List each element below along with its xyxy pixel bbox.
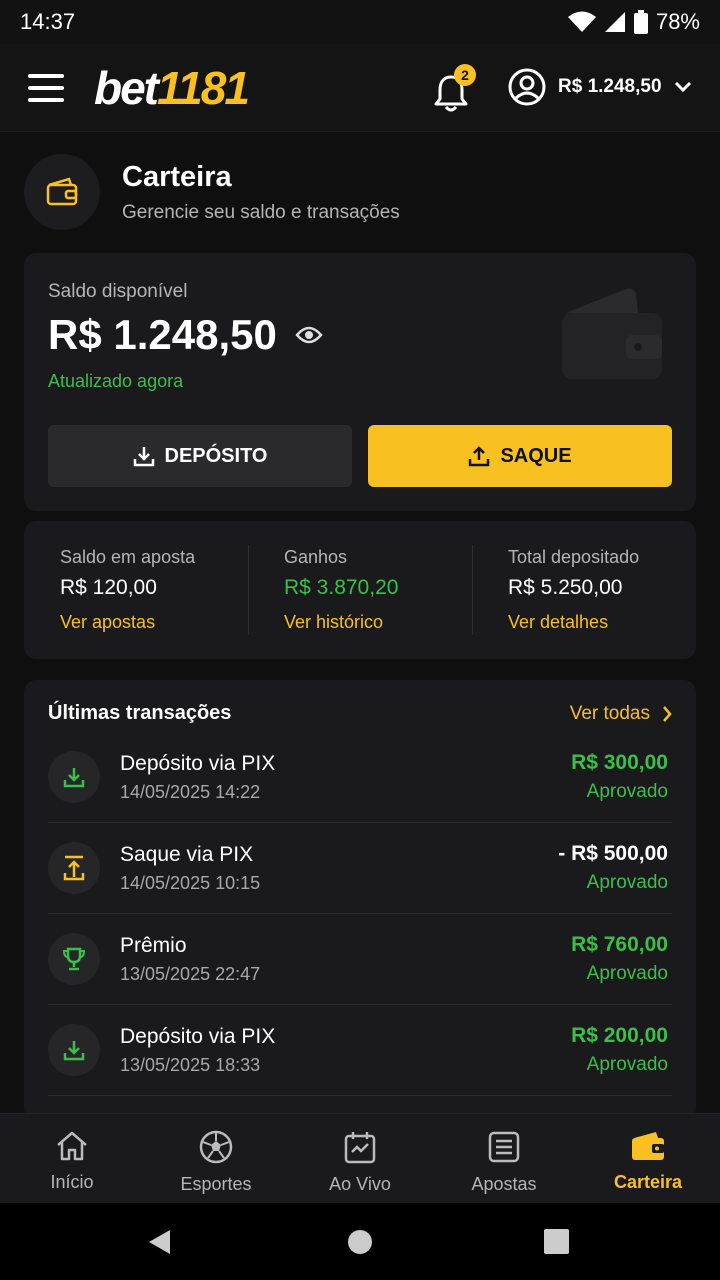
- transaction-name: Saque via PIX: [120, 842, 254, 866]
- deposit-label: DEPÓSITO: [164, 444, 268, 467]
- stat-total-deposited: Total depositado R$ 5.250,00 Ver detalhe…: [472, 521, 696, 659]
- notification-badge: 2: [454, 64, 476, 86]
- see-all-label: Ver todas: [569, 702, 650, 724]
- nav-item-inicio[interactable]: Início: [0, 1114, 144, 1203]
- stat-winnings: Ganhos R$ 3.870,20 Ver histórico: [248, 521, 472, 659]
- balance-card: Saldo disponível R$ 1.248,50 Atualizado …: [24, 253, 696, 511]
- wallet-icon: [632, 1132, 664, 1160]
- stat-value: R$ 120,00: [60, 576, 157, 599]
- eye-icon[interactable]: [295, 325, 323, 345]
- transaction-name: Depósito via PIX: [120, 751, 276, 775]
- transactions-title: Últimas transações: [48, 702, 232, 724]
- balance-amount: R$ 1.248,50: [48, 311, 277, 358]
- nav-item-apostas[interactable]: Apostas: [432, 1114, 576, 1203]
- status-time: 14:37: [20, 9, 76, 34]
- back-icon[interactable]: [148, 1229, 172, 1255]
- signal-icon: [604, 12, 625, 32]
- transaction-value: R$ 200,00: [571, 1024, 668, 1047]
- stat-label: Ganhos: [284, 547, 348, 567]
- transaction-row[interactable]: Prêmio 13/05/2025 22:47 R$ 760,00 Aprova…: [48, 914, 672, 1005]
- notifications-button[interactable]: 2: [434, 64, 476, 112]
- account-menu[interactable]: R$ 1.248,50: [508, 68, 692, 106]
- stat-bets-balance: Saldo em aposta R$ 120,00 Ver apostas: [24, 521, 248, 659]
- transactions-card: Últimas transações Ver todas Depósito vi…: [24, 680, 696, 1120]
- withdraw-button[interactable]: SAQUE: [368, 425, 672, 487]
- wifi-icon: [567, 11, 596, 32]
- upload-icon: [48, 842, 100, 894]
- see-all-link[interactable]: Ver todas: [570, 703, 672, 725]
- nav-item-esportes[interactable]: Esportes: [144, 1114, 288, 1203]
- brand-logo[interactable]: bet1181: [94, 61, 250, 114]
- logo-text-white: bet: [94, 61, 159, 114]
- withdraw-label: SAQUE: [500, 444, 572, 467]
- transactions-header: Últimas transações Ver todas: [48, 702, 672, 725]
- page-subtitle: Gerencie seu saldo e transações: [122, 201, 400, 223]
- stat-value: R$ 3.870,20: [284, 576, 399, 599]
- view-history-link[interactable]: Ver histórico: [284, 612, 472, 633]
- soccer-ball-icon: [199, 1130, 233, 1164]
- deposit-button[interactable]: DEPÓSITO: [48, 425, 352, 487]
- battery-percent: 78%: [655, 9, 700, 34]
- transaction-date: 14/05/2025 14:22: [120, 781, 261, 802]
- transaction-date: 14/05/2025 10:15: [120, 872, 261, 893]
- view-bets-link[interactable]: Ver apostas: [60, 612, 248, 633]
- top-app-bar: bet1181 2 R$ 1.248,50: [0, 44, 720, 132]
- transaction-row[interactable]: Depósito via PIX 13/05/2025 18:33 R$ 200…: [48, 1005, 672, 1096]
- logo-text-yellow: 1181: [157, 61, 250, 114]
- page-title: Carteira: [122, 160, 232, 193]
- battery-icon: [633, 10, 648, 34]
- stat-label: Total depositado: [508, 547, 640, 567]
- status-bar: 14:37 78%: [0, 0, 720, 44]
- transaction-value: R$ 760,00: [571, 933, 668, 956]
- nav-label: Esportes: [180, 1174, 252, 1194]
- transaction-row[interactable]: Saque via PIX 14/05/2025 10:15 - R$ 500,…: [48, 823, 672, 914]
- download-icon: [48, 1024, 100, 1076]
- status-icons: 78%: [567, 9, 700, 35]
- stats-card: Saldo em aposta R$ 120,00 Ver apostas Ga…: [24, 521, 696, 659]
- transaction-value: R$ 300,00: [571, 751, 668, 774]
- transaction-status: Aprovado: [586, 872, 668, 893]
- header-balance: R$ 1.248,50: [558, 76, 662, 97]
- transaction-name: Depósito via PIX: [120, 1024, 276, 1048]
- chevron-down-icon: [674, 81, 691, 93]
- chevron-right-icon: [663, 705, 672, 722]
- transaction-date: 13/05/2025 22:47: [120, 963, 261, 984]
- nav-label: Carteira: [613, 1172, 683, 1192]
- transaction-row[interactable]: Depósito via PIX 14/05/2025 14:22 R$ 300…: [48, 732, 672, 823]
- transaction-status: Aprovado: [586, 963, 668, 984]
- home-circle-icon[interactable]: [347, 1229, 373, 1255]
- stat-label: Saldo em aposta: [60, 547, 196, 567]
- wallet-illustration-icon: [562, 288, 662, 379]
- menu-icon[interactable]: [28, 73, 64, 102]
- nav-label: Ao Vivo: [329, 1174, 391, 1194]
- page-header: Carteira Gerencie seu saldo e transações: [24, 154, 400, 230]
- transaction-status: Aprovado: [586, 1054, 668, 1075]
- view-details-link[interactable]: Ver detalhes: [508, 612, 696, 633]
- transactions-list: Depósito via PIX 14/05/2025 14:22 R$ 300…: [48, 732, 672, 1096]
- nav-item-ao-vivo[interactable]: Ao Vivo: [288, 1114, 432, 1203]
- user-avatar-icon: [508, 68, 546, 106]
- bottom-navigation: Início Esportes Ao Vivo Apostas Carteira: [0, 1113, 720, 1203]
- nav-label: Início: [50, 1172, 94, 1192]
- stat-value: R$ 5.250,00: [508, 576, 623, 599]
- live-calendar-icon: [344, 1132, 376, 1164]
- trophy-icon: [48, 933, 100, 985]
- download-icon: [133, 447, 154, 467]
- upload-icon: [469, 446, 490, 467]
- recents-icon[interactable]: [544, 1229, 569, 1254]
- bet-slip-icon: [488, 1131, 520, 1163]
- transaction-name: Prêmio: [120, 933, 187, 957]
- home-icon: [57, 1131, 87, 1161]
- nav-item-carteira[interactable]: Carteira: [576, 1114, 720, 1203]
- balance-label: Saldo disponível: [48, 281, 188, 302]
- transaction-status: Aprovado: [586, 781, 668, 802]
- balance-amount-row: R$ 1.248,50: [48, 311, 323, 359]
- balance-updated: Atualizado agora: [48, 371, 184, 391]
- nav-label: Apostas: [471, 1174, 537, 1194]
- download-icon: [48, 751, 100, 803]
- wallet-header-icon: [24, 154, 100, 230]
- system-navigation-bar: [0, 1203, 720, 1280]
- transaction-value: - R$ 500,00: [558, 842, 668, 865]
- transaction-date: 13/05/2025 18:33: [120, 1054, 261, 1075]
